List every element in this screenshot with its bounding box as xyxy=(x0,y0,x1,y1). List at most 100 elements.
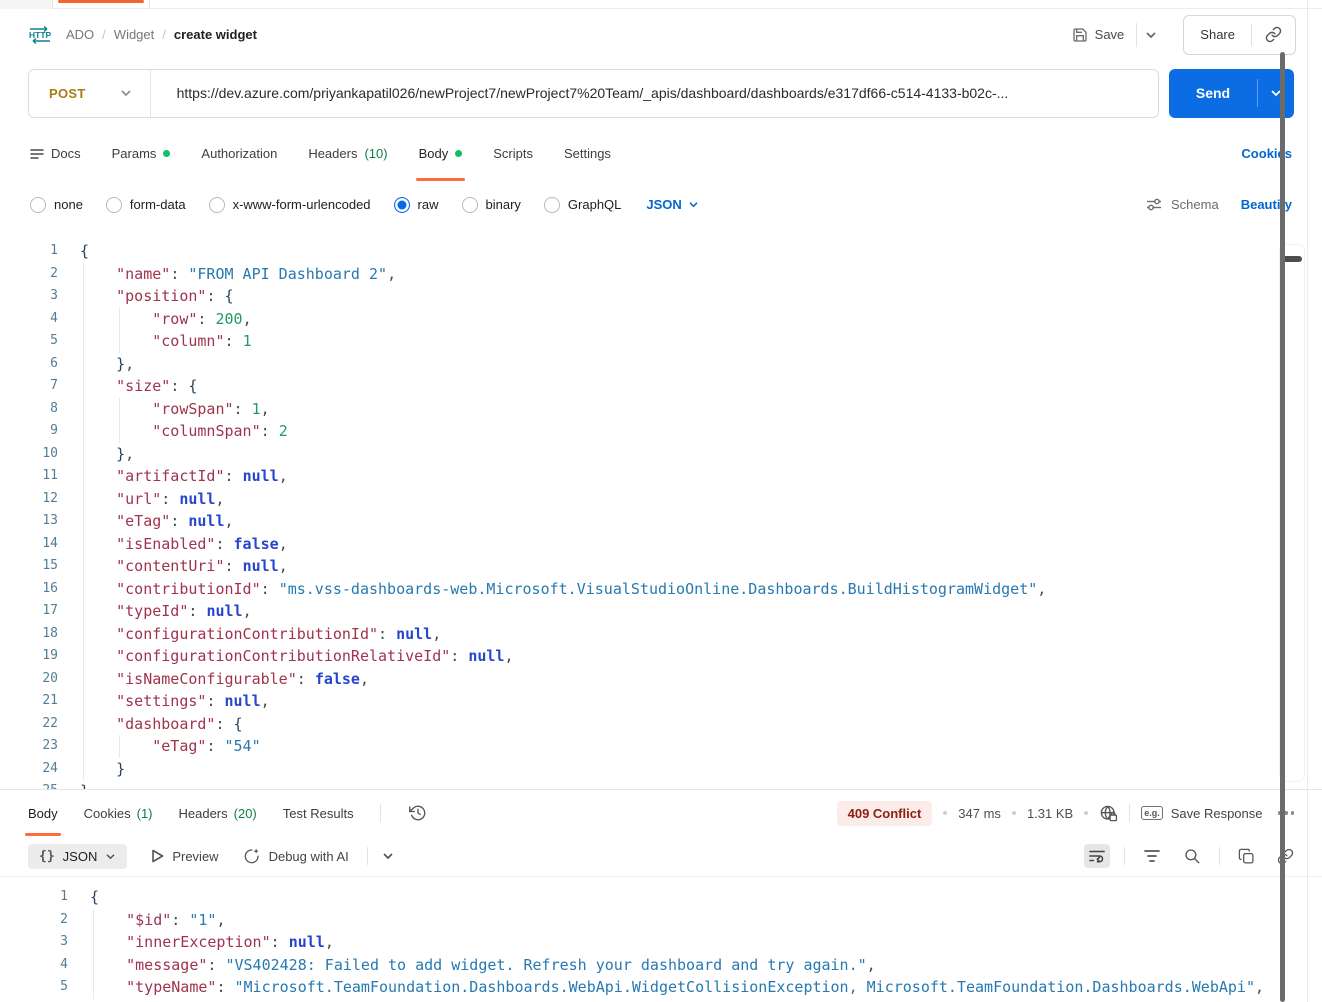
response-size[interactable]: 1.31 KB xyxy=(1027,806,1073,821)
workspace-tab-strip[interactable] xyxy=(0,0,1322,9)
radio-icon[interactable] xyxy=(208,196,225,213)
response-tab-test-results[interactable]: Test Results xyxy=(283,790,354,836)
indent-guide xyxy=(119,397,120,420)
status-badge[interactable]: 409 Conflict xyxy=(836,800,933,826)
editor-scrollbar-thumb[interactable] xyxy=(1282,256,1302,262)
response-tab-body[interactable]: Body xyxy=(25,790,61,836)
body-options-right: Schema Beautify xyxy=(1146,197,1292,212)
tab-authorization[interactable]: Authorization xyxy=(201,126,277,181)
raw-language-selector[interactable]: JSON xyxy=(646,197,698,212)
link-icon[interactable] xyxy=(1273,844,1298,869)
response-toolbar-right xyxy=(1084,843,1298,869)
code-text: } xyxy=(80,757,125,780)
code-line: 14 "isEnabled": false, xyxy=(26,532,1322,555)
code-line: 11 "artifactId": null, xyxy=(26,465,1322,488)
network-security-icon[interactable] xyxy=(1099,804,1118,823)
radio-icon[interactable] xyxy=(30,196,46,213)
code-text: }, xyxy=(80,442,134,465)
code-text: "$id": "1", xyxy=(90,908,225,931)
radio-x-www-form-urlencoded[interactable]: x-www-form-urlencoded xyxy=(208,196,371,213)
radio-icon-selected[interactable] xyxy=(393,196,410,213)
preview-label: Preview xyxy=(172,848,219,864)
filter-icon[interactable] xyxy=(1139,845,1165,867)
radio-binary[interactable]: binary xyxy=(461,196,521,213)
share-button[interactable]: Share xyxy=(1184,16,1251,54)
dot-separator xyxy=(1011,811,1016,815)
send-options-chevron[interactable] xyxy=(1258,89,1294,97)
radio-icon[interactable] xyxy=(105,196,122,213)
line-number: 8 xyxy=(50,400,58,416)
response-tab-headers[interactable]: Headers (20) xyxy=(179,790,257,836)
response-body-editor[interactable]: 1{2 "$id": "1", 3 "innerException": null,… xyxy=(0,876,1322,1002)
active-tab-indicator xyxy=(58,0,144,3)
code-line: 13 "eTag": null, xyxy=(26,510,1322,533)
response-section: Body Cookies (1) Headers (20) Test Resul… xyxy=(0,52,1322,1002)
line-number: 10 xyxy=(42,445,58,461)
indent-guide xyxy=(119,307,120,330)
indent-guide xyxy=(83,757,84,780)
radio-graphql[interactable]: GraphQL xyxy=(543,196,622,213)
inactive-tab-edge[interactable] xyxy=(0,0,53,9)
code-line: 6 }, xyxy=(26,352,1322,375)
debug-with-ai-button[interactable]: Debug with AI xyxy=(243,847,349,865)
line-number: 4 xyxy=(60,956,68,972)
save-button[interactable]: Save xyxy=(1062,19,1135,51)
tab-count: (10) xyxy=(364,146,388,161)
breadcrumb-request-name[interactable]: create widget xyxy=(174,27,257,42)
method-selector[interactable]: POST xyxy=(29,86,150,101)
response-scrollbar-thumb[interactable] xyxy=(1280,52,1285,1002)
line-number: 2 xyxy=(60,911,68,927)
line-number: 21 xyxy=(42,693,58,708)
radio-raw[interactable]: raw xyxy=(393,196,439,213)
indent-guide xyxy=(119,330,120,353)
code-text: "typeId": null, xyxy=(80,600,252,623)
save-options-chevron[interactable] xyxy=(1136,22,1165,47)
code-line: 16 "contributionId": "ms.vss-dashboards-… xyxy=(26,577,1322,600)
preview-button[interactable]: Preview xyxy=(151,848,219,864)
search-icon[interactable] xyxy=(1179,843,1205,869)
tab-headers[interactable]: Headers (10) xyxy=(308,126,387,181)
tab-docs[interactable]: Docs xyxy=(30,126,81,181)
schema-button[interactable]: Schema xyxy=(1146,197,1219,212)
radio-form-data[interactable]: form-data xyxy=(105,196,186,213)
tab-body[interactable]: Body xyxy=(415,126,465,181)
tab-label: Scripts xyxy=(493,146,533,161)
language-label: JSON xyxy=(646,197,682,212)
response-time[interactable]: 347 ms xyxy=(958,806,1001,821)
radio-none[interactable]: none xyxy=(30,196,83,213)
request-body-editor[interactable]: 1{2 "name": "FROM API Dashboard 2", 3 "po… xyxy=(0,228,1322,789)
breadcrumb-folder[interactable]: Widget xyxy=(114,27,154,42)
response-tab-cookies[interactable]: Cookies (1) xyxy=(84,790,153,836)
tab-settings[interactable]: Settings xyxy=(564,126,611,181)
code-line: 24 } xyxy=(26,757,1322,780)
response-format-selector[interactable]: {} JSON xyxy=(28,843,128,869)
radio-icon[interactable] xyxy=(461,196,478,213)
response-toolbar: {} JSON Preview Debug with AI xyxy=(0,836,1322,876)
viewer-options-chevron[interactable] xyxy=(382,852,394,860)
copy-link-icon[interactable] xyxy=(1252,16,1295,54)
save-button-label: Save xyxy=(1094,27,1125,42)
indent-guide xyxy=(83,645,84,668)
line-number: 19 xyxy=(42,648,58,663)
url-bar: POST https://dev.azure.com/priyankapatil… xyxy=(0,60,1322,126)
tab-params[interactable]: Params xyxy=(112,126,171,181)
copy-icon[interactable] xyxy=(1234,844,1259,869)
line-number: 15 xyxy=(42,558,58,573)
code-text: "isEnabled": false, xyxy=(80,532,288,555)
response-history-icon[interactable] xyxy=(407,802,429,824)
send-button[interactable]: Send xyxy=(1169,68,1294,118)
code-text: "url": null, xyxy=(80,487,225,510)
radio-icon[interactable] xyxy=(543,196,560,213)
code-text: "name": "FROM API Dashboard 2", xyxy=(80,262,396,285)
radio-label: GraphQL xyxy=(567,197,622,212)
breadcrumb-collection[interactable]: ADO xyxy=(66,27,94,42)
url-input[interactable]: https://dev.azure.com/priyankapatil026/n… xyxy=(151,85,1158,101)
indent-guide xyxy=(83,487,84,510)
indent-guide xyxy=(83,397,84,420)
word-wrap-icon[interactable] xyxy=(1084,844,1110,868)
request-header: HTTP ADO / Widget / create widget Save S… xyxy=(0,9,1322,60)
line-number: 22 xyxy=(42,715,58,731)
code-line: 1{ xyxy=(36,886,1322,909)
save-response-button[interactable]: e.g. Save Response xyxy=(1141,806,1263,821)
tab-scripts[interactable]: Scripts xyxy=(493,126,533,181)
